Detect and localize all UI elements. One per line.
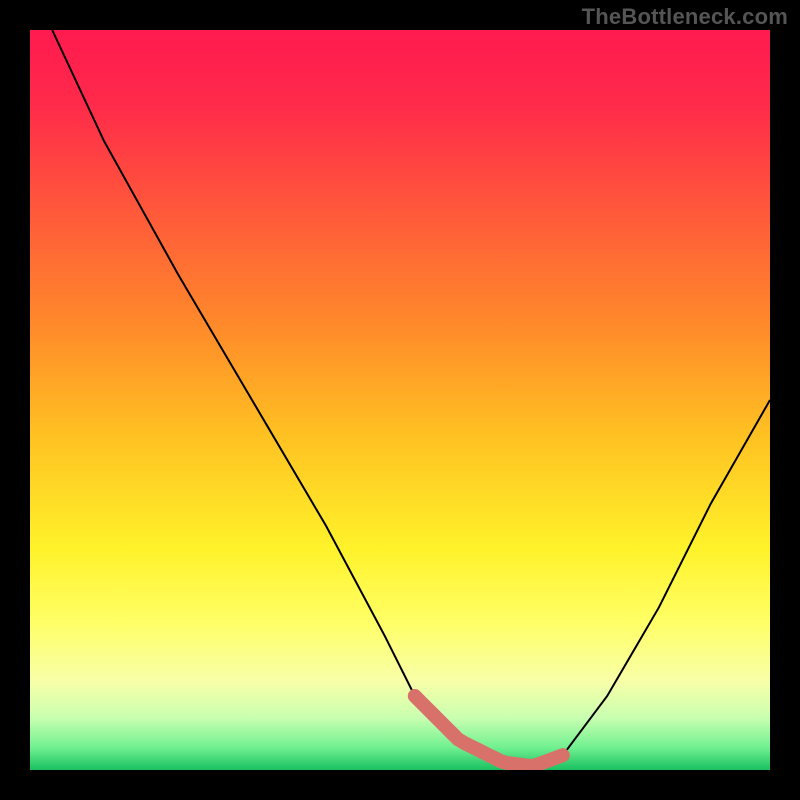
chart-frame: TheBottleneck.com [0,0,800,800]
plot-area [30,30,770,770]
attribution-label: TheBottleneck.com [582,4,788,30]
gradient-background [30,30,770,770]
bottleneck-chart [30,30,770,770]
